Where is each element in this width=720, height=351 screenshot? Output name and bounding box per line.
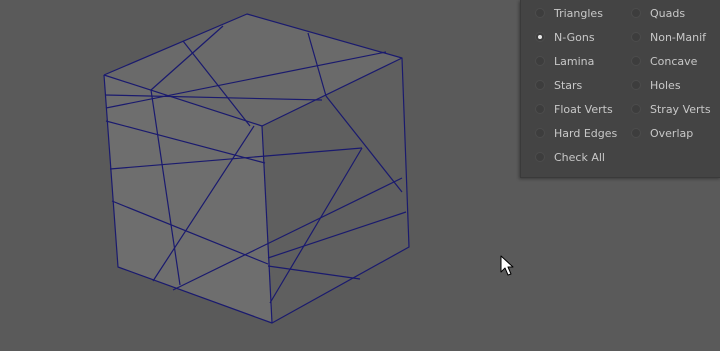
- option-float-verts[interactable]: Float Verts: [535, 101, 613, 117]
- option-hard-edges[interactable]: Hard Edges: [535, 125, 617, 141]
- option-label: Triangles: [554, 6, 603, 20]
- radio-concave[interactable]: [631, 56, 641, 66]
- option-holes[interactable]: Holes: [631, 77, 681, 93]
- radio-triangles[interactable]: [535, 8, 545, 18]
- option-stray-verts[interactable]: Stray Verts: [631, 101, 711, 117]
- option-label: Quads: [650, 6, 686, 20]
- radio-non-manifold[interactable]: [631, 32, 641, 42]
- option-label: Float Verts: [554, 102, 613, 116]
- radio-hard-edges[interactable]: [535, 128, 545, 138]
- mesh-cleanup-options-panel: Triangles Quads N-Gons Non-Manif Lamina …: [520, 0, 720, 178]
- radio-stray-verts[interactable]: [631, 104, 641, 114]
- option-label: Overlap: [650, 126, 694, 140]
- option-label: Holes: [650, 78, 681, 92]
- option-lamina[interactable]: Lamina: [535, 53, 594, 69]
- option-overlap[interactable]: Overlap: [631, 125, 693, 141]
- option-label: N-Gons: [554, 30, 595, 44]
- option-non-manifold[interactable]: Non-Manif: [631, 29, 706, 45]
- option-concave[interactable]: Concave: [631, 53, 697, 69]
- option-label: Hard Edges: [554, 126, 618, 140]
- option-label: Stray Verts: [650, 102, 711, 116]
- option-triangles[interactable]: Triangles: [535, 5, 603, 21]
- option-quads[interactable]: Quads: [631, 5, 685, 21]
- radio-holes[interactable]: [631, 80, 641, 90]
- option-label: Non-Manif: [650, 30, 707, 44]
- radio-check-all[interactable]: [535, 152, 545, 162]
- arrow-cursor-icon: [500, 255, 514, 276]
- radio-overlap[interactable]: [631, 128, 641, 138]
- option-n-gons[interactable]: N-Gons: [535, 29, 595, 45]
- radio-lamina[interactable]: [535, 56, 545, 66]
- option-label: Stars: [554, 78, 583, 92]
- option-label: Concave: [650, 54, 698, 68]
- radio-stars[interactable]: [535, 80, 545, 90]
- radio-quads[interactable]: [631, 8, 641, 18]
- radio-n-gons[interactable]: [535, 32, 545, 42]
- radio-float-verts[interactable]: [535, 104, 545, 114]
- option-label: Check All: [554, 150, 605, 164]
- option-label: Lamina: [554, 54, 595, 68]
- option-check-all[interactable]: Check All: [535, 149, 605, 165]
- option-stars[interactable]: Stars: [535, 77, 582, 93]
